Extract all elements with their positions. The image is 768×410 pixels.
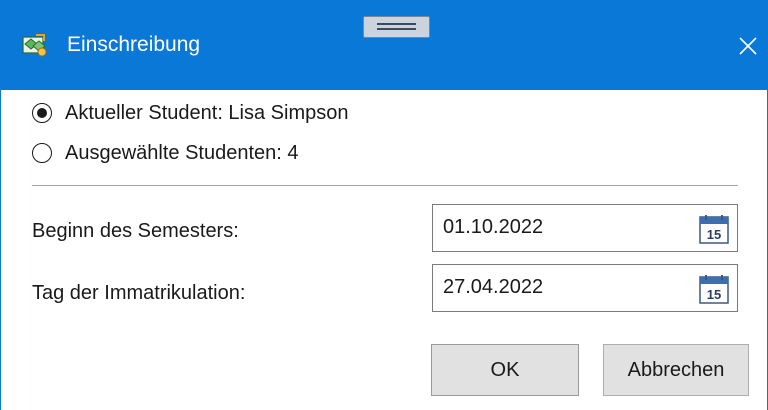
calendar-day-number: 15 bbox=[707, 287, 721, 302]
close-icon bbox=[739, 37, 757, 55]
calendar-icon[interactable]: 15 bbox=[699, 214, 729, 244]
semester-start-date-value[interactable]: 01.10.2022 bbox=[443, 216, 543, 239]
radio-button-current-student[interactable] bbox=[32, 103, 52, 123]
radio-label-current-student: Aktueller Student: Lisa Simpson bbox=[65, 101, 349, 124]
ok-button[interactable]: OK bbox=[431, 344, 579, 396]
semester-start-date-field[interactable]: 01.10.2022 15 bbox=[432, 204, 738, 252]
title-bar[interactable]: Einschreibung bbox=[0, 0, 768, 90]
semester-start-label: Beginn des Semesters: bbox=[32, 220, 239, 242]
radio-label-selected-students: Ausgewählte Studenten: 4 bbox=[65, 141, 299, 164]
dialog-body: Aktueller Student: Lisa Simpson Ausgewäh… bbox=[0, 90, 768, 410]
matriculation-day-date-field[interactable]: 27.04.2022 15 bbox=[432, 264, 738, 312]
calendar-icon[interactable]: 15 bbox=[699, 274, 729, 304]
radio-current-student[interactable]: Aktueller Student: Lisa Simpson bbox=[32, 100, 349, 126]
calendar-day-number: 15 bbox=[707, 227, 721, 242]
close-button[interactable] bbox=[728, 26, 768, 66]
section-divider bbox=[32, 185, 738, 186]
radio-selected-dot bbox=[37, 108, 47, 118]
matriculation-day-label: Tag der Immatrikulation: bbox=[32, 282, 246, 304]
radio-button-selected-students[interactable] bbox=[32, 143, 52, 163]
drag-grip-handle[interactable] bbox=[363, 16, 430, 38]
enrollment-app-icon bbox=[22, 34, 47, 57]
radio-selected-students[interactable]: Ausgewählte Studenten: 4 bbox=[32, 140, 299, 166]
window-title: Einschreibung bbox=[67, 33, 201, 56]
matriculation-day-date-value[interactable]: 27.04.2022 bbox=[443, 276, 543, 299]
cancel-button[interactable]: Abbrechen bbox=[603, 344, 749, 396]
